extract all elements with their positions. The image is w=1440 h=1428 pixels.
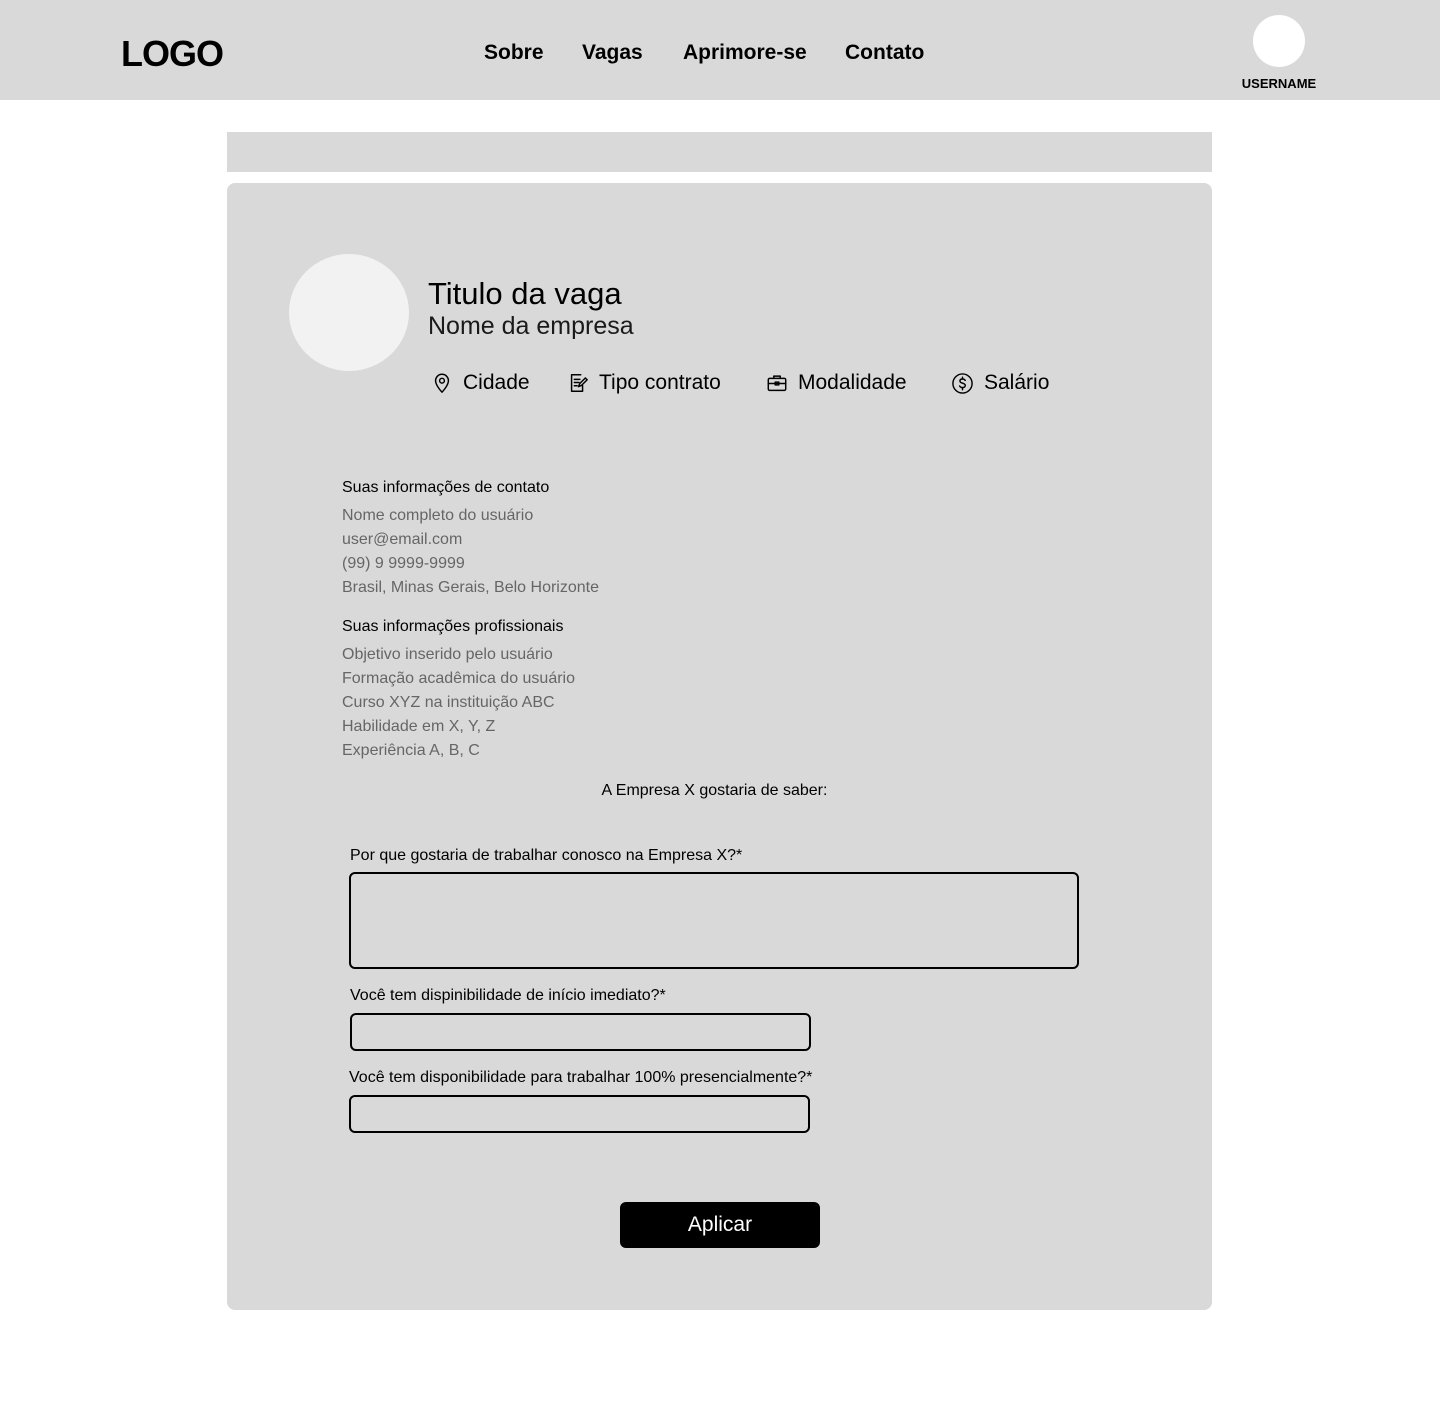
question-immediate-start-input[interactable] [350,1013,811,1051]
meta-city: Cidade [431,370,530,396]
contact-location: Brasil, Minas Gerais, Belo Horizonte [342,579,599,596]
professional-course: Curso XYZ na instituição ABC [342,694,555,711]
contact-full-name: Nome completo do usuário [342,507,534,524]
company-name: Nome da empresa [428,312,634,340]
nav-vagas[interactable]: Vagas [582,40,643,66]
logo[interactable]: LOGO [121,32,224,76]
nav-contato[interactable]: Contato [845,40,924,66]
top-header: LOGO Sobre Vagas Aprimore-se Contato USE… [0,0,1440,100]
location-pin-icon [434,373,450,393]
professional-objective: Objetivo inserido pelo usuário [342,646,553,663]
professional-experience: Experiência A, B, C [342,742,480,759]
contact-email: user@email.com [342,531,463,548]
contact-info-heading: Suas informações de contato [342,479,550,496]
user-avatar[interactable] [1253,15,1305,67]
question-immediate-start-label: Você tem dispinibilidade de início imedi… [350,987,666,1004]
meta-modality-label: Modalidade [798,371,907,394]
meta-modality: Modalidade [766,370,907,396]
briefcase-icon [767,375,787,392]
meta-contract-label: Tipo contrato [599,371,721,394]
professional-education: Formação acadêmica do usuário [342,670,576,687]
meta-contract: Tipo contrato [567,370,721,396]
job-title: Titulo da vaga [428,276,622,311]
company-questions-intro: A Empresa X gostaria de saber: [601,782,828,799]
question-onsite-label: Você tem disponibilidade para trabalhar … [349,1069,813,1086]
nav-aprimore-se[interactable]: Aprimore-se [683,40,807,66]
nav-sobre[interactable]: Sobre [484,40,544,66]
dollar-coin-icon [952,372,973,394]
meta-city-label: Cidade [463,371,530,394]
question-why-label: Por que gostaria de trabalhar conosco na… [350,847,743,864]
professional-info-heading: Suas informações profissionais [342,618,564,635]
question-onsite-input[interactable] [349,1095,810,1133]
apply-button[interactable]: Aplicar [620,1202,820,1248]
contract-document-icon [570,374,588,392]
meta-salary-label: Salário [984,371,1050,394]
professional-skills: Habilidade em X, Y, Z [342,718,496,735]
contact-phone: (99) 9 9999-9999 [342,555,465,572]
question-why-textarea[interactable] [349,872,1079,969]
top-banner-strip [227,132,1212,172]
username-label[interactable]: USERNAME [1229,76,1329,92]
application-card: Titulo da vaga Nome da empresa Cidade Ti… [227,183,1212,1310]
company-logo [289,254,409,371]
meta-salary: Salário [951,370,1049,396]
